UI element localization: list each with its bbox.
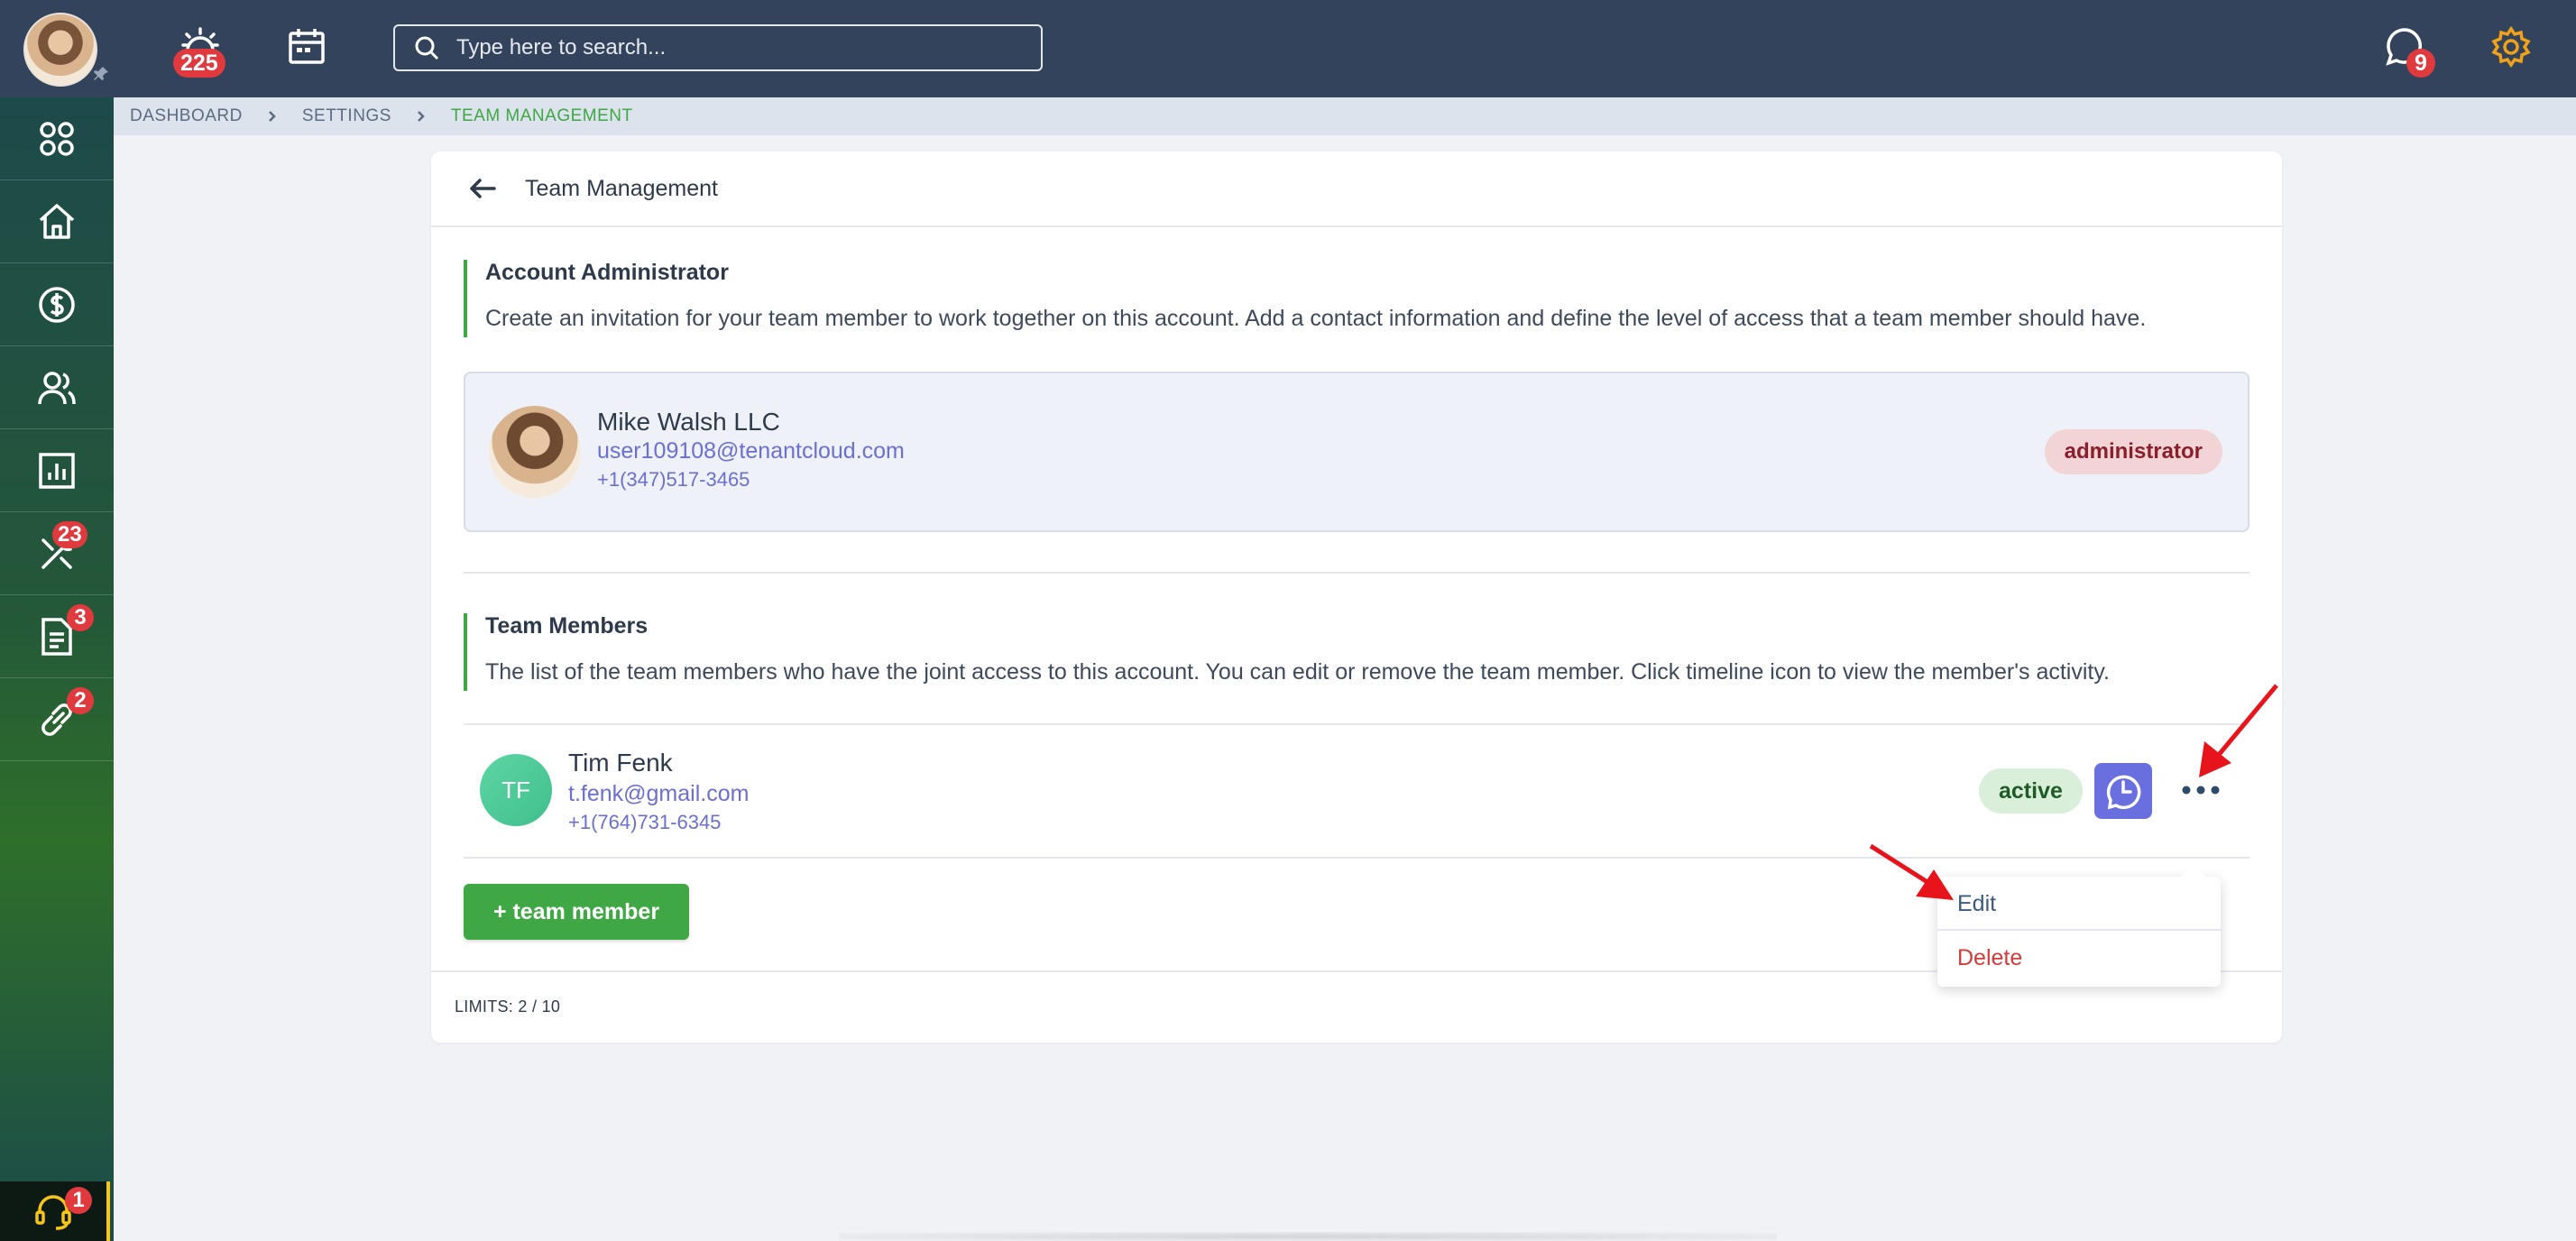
search-input[interactable] bbox=[456, 35, 998, 60]
avatar bbox=[489, 406, 581, 498]
sidebar-item-people[interactable] bbox=[0, 346, 114, 429]
reports-icon bbox=[39, 452, 75, 489]
notifications-badge: 225 bbox=[173, 49, 225, 78]
card-header: Team Management bbox=[431, 152, 2282, 227]
menu-item-delete[interactable]: Delete bbox=[1937, 931, 2221, 985]
member-actions-menu: Edit Delete bbox=[1937, 866, 2221, 987]
support-badge: 1 bbox=[65, 1187, 92, 1214]
sidebar-item-payments[interactable] bbox=[0, 263, 114, 346]
chevron-right-icon bbox=[268, 111, 276, 122]
footer-edge bbox=[839, 1232, 1777, 1241]
admin-email[interactable]: user109108@tenantcloud.com bbox=[597, 438, 905, 464]
admin-name: Mike Walsh LLC bbox=[597, 408, 780, 436]
apps-icon bbox=[40, 121, 74, 156]
member-email[interactable]: t.fenk@gmail.com bbox=[568, 781, 749, 807]
back-arrow-icon[interactable] bbox=[467, 173, 498, 204]
sidebar-item-reports[interactable] bbox=[0, 429, 114, 512]
member-name: Tim Fenk bbox=[568, 749, 673, 777]
sidebar-item-apps[interactable] bbox=[0, 97, 114, 180]
chevron-right-icon bbox=[417, 111, 425, 122]
calendar-icon[interactable] bbox=[285, 25, 328, 69]
page-title: Team Management bbox=[525, 175, 719, 201]
documents-badge: 3 bbox=[67, 604, 94, 631]
users-icon bbox=[38, 371, 76, 404]
sidebar-item-home[interactable] bbox=[0, 180, 114, 263]
maintenance-badge: 23 bbox=[52, 521, 87, 548]
sidebar-item-maintenance[interactable]: 23 bbox=[0, 512, 114, 595]
user-avatar[interactable] bbox=[23, 13, 97, 87]
member-row-divider bbox=[464, 723, 2249, 725]
breadcrumb: DASHBOARD SETTINGS TEAM MANAGEMENT bbox=[114, 97, 2576, 135]
menu-item-edit[interactable]: Edit bbox=[1937, 877, 2221, 931]
members-section-description: The list of the team members who have th… bbox=[485, 659, 2110, 685]
sidebar-item-documents[interactable]: 3 bbox=[0, 595, 114, 678]
role-badge: administrator bbox=[2044, 429, 2222, 474]
limits-label: LIMITS: 2 / 10 bbox=[455, 997, 561, 1016]
annotation-arrow-icon bbox=[1869, 843, 1954, 900]
annotation-arrow-icon bbox=[2199, 684, 2278, 777]
home-icon bbox=[39, 203, 75, 239]
members-section-header: Team Members The list of the team member… bbox=[464, 613, 2110, 691]
gear-icon[interactable] bbox=[2489, 25, 2533, 69]
member-avatar: TF bbox=[480, 754, 552, 826]
member-phone[interactable]: +1(764)731-6345 bbox=[568, 811, 749, 834]
search-box[interactable] bbox=[393, 24, 1043, 71]
breadcrumb-dashboard[interactable]: DASHBOARD bbox=[130, 106, 243, 126]
status-badge: active bbox=[1979, 768, 2083, 814]
sidebar-item-links[interactable]: 2 bbox=[0, 678, 114, 761]
member-row-divider bbox=[464, 857, 2249, 859]
admin-section-header: Account Administrator Create an invitati… bbox=[464, 260, 2146, 337]
members-section-title: Team Members bbox=[485, 613, 649, 639]
breadcrumb-team-management: TEAM MANAGEMENT bbox=[450, 106, 633, 125]
dollar-icon bbox=[39, 286, 75, 323]
sidebar: 23 3 2 1 bbox=[0, 97, 114, 1241]
section-divider bbox=[464, 572, 2249, 574]
pin-icon[interactable] bbox=[92, 65, 110, 83]
admin-section-description: Create an invitation for your team membe… bbox=[485, 306, 2147, 331]
admin-phone[interactable]: +1(347)517-3465 bbox=[597, 468, 905, 492]
support-button[interactable]: 1 bbox=[0, 1181, 110, 1241]
timeline-button[interactable] bbox=[2094, 763, 2152, 819]
breadcrumb-settings[interactable]: SETTINGS bbox=[302, 106, 391, 126]
add-team-member-button[interactable]: + team member bbox=[464, 884, 689, 940]
messages-badge: 9 bbox=[2406, 49, 2435, 78]
admin-profile: Mike Walsh LLC user109108@tenantcloud.co… bbox=[464, 372, 2249, 532]
admin-section-title: Account Administrator bbox=[485, 260, 729, 285]
more-dots-icon bbox=[2182, 786, 2220, 795]
clock-icon bbox=[2106, 775, 2141, 810]
search-icon bbox=[415, 36, 439, 60]
links-badge: 2 bbox=[67, 687, 94, 714]
top-bar: 225 9 bbox=[0, 0, 2576, 97]
